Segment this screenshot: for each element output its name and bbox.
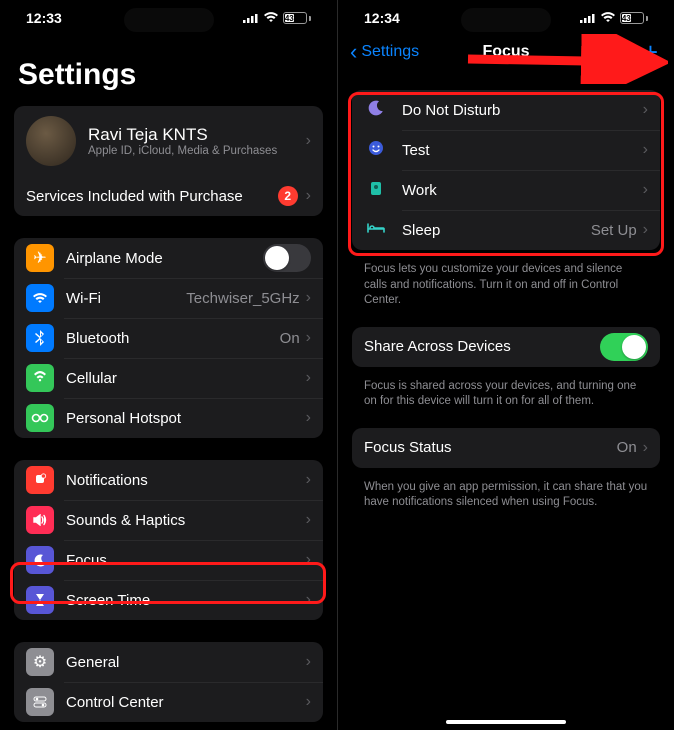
share-footer: Focus is shared across your devices, and… [338, 373, 674, 410]
signal-icon [243, 10, 259, 26]
hourglass-icon [26, 586, 54, 614]
notifications-cell[interactable]: Notifications › [14, 460, 323, 500]
speaker-icon [26, 506, 54, 534]
cellular-icon [26, 364, 54, 392]
signal-icon [580, 10, 596, 26]
chevron-right-icon: › [643, 221, 648, 239]
hotspot-icon [26, 404, 54, 432]
status-time: 12:34 [364, 10, 400, 26]
smiley-icon [364, 140, 388, 161]
apple-id-cell[interactable]: Ravi Teja KNTS Apple ID, iCloud, Media &… [14, 106, 323, 176]
sleep-cell[interactable]: Sleep Set Up › [352, 210, 660, 250]
chevron-right-icon: › [306, 187, 311, 205]
chevron-right-icon: › [306, 693, 311, 711]
dnd-cell[interactable]: Do Not Disturb › [352, 90, 660, 130]
airplane-mode-cell[interactable]: ✈︎ Airplane Mode [14, 238, 323, 278]
settings-screen: 12:33 43 Settings Ravi Teja KNTS Apple I… [0, 0, 337, 730]
nav-bar: ‹ Settings Focus + [338, 30, 674, 74]
general-group: ⚙︎ General › Control Center › [14, 642, 323, 722]
sounds-cell[interactable]: Sounds & Haptics › [14, 500, 323, 540]
focus-cell[interactable]: Focus › [14, 540, 323, 580]
avatar [26, 116, 76, 166]
chevron-right-icon: › [306, 511, 311, 529]
focus-screen: 12:34 43 ‹ Settings Focus + Do [337, 0, 674, 730]
bell-icon [26, 466, 54, 494]
work-cell[interactable]: Work › [352, 170, 660, 210]
back-button[interactable]: ‹ Settings [350, 43, 419, 61]
chevron-right-icon: › [643, 101, 648, 119]
bluetooth-icon [26, 324, 54, 352]
badge: 2 [278, 186, 298, 206]
control-center-cell[interactable]: Control Center › [14, 682, 323, 722]
chevron-right-icon: › [306, 409, 311, 427]
wifi-icon [600, 10, 616, 26]
status-time: 12:33 [26, 10, 62, 26]
airplane-toggle[interactable] [263, 244, 311, 272]
test-cell[interactable]: Test › [352, 130, 660, 170]
screentime-cell[interactable]: Screen Time › [14, 580, 323, 620]
plus-icon: + [643, 37, 658, 67]
connectivity-group: ✈︎ Airplane Mode Wi-Fi Techwiser_5GHz › … [14, 238, 323, 438]
bed-icon [364, 221, 388, 239]
nav-title: Focus [482, 43, 529, 61]
battery-icon: 43 [283, 12, 311, 24]
profile-sub: Apple ID, iCloud, Media & Purchases [88, 145, 306, 157]
cellular-cell[interactable]: Cellular › [14, 358, 323, 398]
airplane-icon: ✈︎ [26, 244, 54, 272]
status-footer: When you give an app permission, it can … [338, 474, 674, 511]
page-title: Settings [0, 30, 337, 106]
moon-icon [364, 100, 388, 121]
share-group: Share Across Devices [352, 327, 660, 367]
badge-icon [364, 180, 388, 201]
focus-modes-group: Do Not Disturb › Test › Work › Sleep Set… [352, 90, 660, 250]
add-button[interactable]: + [639, 37, 662, 68]
chevron-right-icon: › [306, 591, 311, 609]
chevron-right-icon: › [306, 653, 311, 671]
notifications-group: Notifications › Sounds & Haptics › Focus… [14, 460, 323, 620]
chevron-right-icon: › [306, 551, 311, 569]
focus-footer: Focus lets you customize your devices an… [338, 256, 674, 309]
dynamic-island [124, 8, 214, 32]
wifi-icon [26, 284, 54, 312]
general-cell[interactable]: ⚙︎ General › [14, 642, 323, 682]
wifi-cell[interactable]: Wi-Fi Techwiser_5GHz › [14, 278, 323, 318]
chevron-right-icon: › [306, 369, 311, 387]
battery-icon: 43 [620, 12, 648, 24]
gear-icon: ⚙︎ [26, 648, 54, 676]
chevron-right-icon: › [643, 439, 648, 457]
services-cell[interactable]: Services Included with Purchase 2 › [14, 176, 323, 216]
share-cell[interactable]: Share Across Devices [352, 327, 660, 367]
chevron-right-icon: › [643, 181, 648, 199]
focus-status-cell[interactable]: Focus Status On › [352, 428, 660, 468]
chevron-right-icon: › [306, 132, 311, 150]
chevron-right-icon: › [643, 141, 648, 159]
status-group: Focus Status On › [352, 428, 660, 468]
dynamic-island [461, 8, 551, 32]
wifi-icon [263, 10, 279, 26]
hotspot-cell[interactable]: Personal Hotspot › [14, 398, 323, 438]
home-indicator [446, 720, 566, 724]
moon-icon [26, 546, 54, 574]
chevron-right-icon: › [306, 329, 311, 347]
profile-name: Ravi Teja KNTS [88, 125, 306, 145]
chevron-right-icon: › [306, 471, 311, 489]
apple-id-group: Ravi Teja KNTS Apple ID, iCloud, Media &… [14, 106, 323, 216]
chevron-right-icon: › [306, 289, 311, 307]
bluetooth-cell[interactable]: Bluetooth On › [14, 318, 323, 358]
switches-icon [26, 688, 54, 716]
share-toggle[interactable] [600, 333, 648, 361]
